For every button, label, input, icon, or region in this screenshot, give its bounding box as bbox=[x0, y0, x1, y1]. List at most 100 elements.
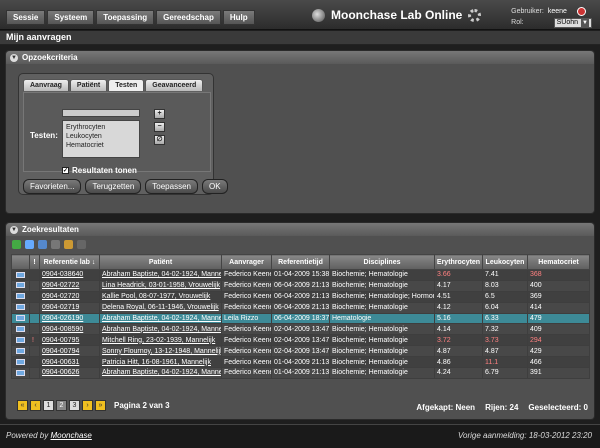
table-row[interactable]: 0904-008590 Abraham Baptiste, 04-02-1924,… bbox=[11, 323, 590, 336]
row-patient-link[interactable]: Abraham Baptiste, 04-02-1924, Mannelijk bbox=[99, 323, 222, 336]
tab-geavanceerd[interactable]: Geavanceerd bbox=[145, 79, 204, 91]
mail-icon[interactable] bbox=[16, 369, 25, 376]
row-ref-link[interactable]: 0904-02719 bbox=[39, 301, 100, 314]
row-ref-link[interactable]: 0904-026190 bbox=[39, 312, 100, 325]
row-time: 06-04-2009 21:13 bbox=[271, 290, 330, 303]
mail-icon[interactable] bbox=[16, 304, 25, 311]
col-header-disciplines[interactable]: Disciplines bbox=[329, 254, 435, 270]
page-label: Pagina 2 van 3 bbox=[114, 401, 170, 410]
page-2-button[interactable]: 2 bbox=[56, 400, 67, 411]
col-header-flag[interactable]: ! bbox=[29, 254, 40, 270]
table-row[interactable]: 0904-00794 Sonny Flournoy, 13-12-1948, Ma… bbox=[11, 345, 590, 358]
mail-icon[interactable] bbox=[16, 358, 25, 365]
reset-button[interactable]: Terugzetten bbox=[85, 179, 142, 194]
logout-icon[interactable] bbox=[576, 7, 586, 16]
row-patient-link[interactable]: Kallie Pool, 08-07-1977, Vrouwelijk bbox=[99, 290, 222, 303]
table-row[interactable]: 0904-02719 Delena Royal, 06-11-1946, Vrou… bbox=[11, 301, 590, 314]
table-row[interactable]: 0904-02722 Lina Headrick, 03-01-1958, Vro… bbox=[11, 279, 590, 292]
row-patient-link[interactable]: Mitchell Ring, 23-02-1939, Mannelijk bbox=[99, 334, 222, 347]
pager: « ‹ 1 2 3 › » Pagina 2 van 3 bbox=[17, 400, 170, 411]
attach-icon[interactable] bbox=[77, 240, 86, 249]
col-header-ref[interactable]: Referentie lab ↓ bbox=[39, 254, 100, 270]
remove-test-button[interactable]: − bbox=[154, 122, 165, 132]
row-patient-link[interactable]: Abraham Baptiste, 04-02-1924, Mannelijk bbox=[99, 269, 222, 281]
row-ref-link[interactable]: 0904-00794 bbox=[39, 345, 100, 358]
tab-patient[interactable]: Patiënt bbox=[69, 79, 108, 91]
prev-page-button[interactable]: ‹ bbox=[30, 400, 41, 411]
powered-link[interactable]: Moonchase bbox=[50, 431, 91, 440]
show-results-checkbox[interactable]: ✓ bbox=[62, 167, 69, 174]
mail-icon[interactable] bbox=[16, 315, 25, 322]
col-header-hematocriet[interactable]: Hematocriet bbox=[527, 254, 590, 270]
row-ref-link[interactable]: 0904-02722 bbox=[39, 279, 100, 292]
results-panel-header[interactable]: ▼ Zoekresultaten bbox=[6, 223, 594, 236]
tests-listbox[interactable]: Erythrocyten Leukocyten Hematocriet bbox=[62, 120, 140, 158]
row-patient-link[interactable]: Lina Headrick, 03-01-1958, Vrouwelijk bbox=[99, 279, 222, 292]
row-patient-link[interactable]: Abraham Baptiste, 04-02-1924, Mannelijk bbox=[99, 312, 222, 325]
menu-gereedschap[interactable]: Gereedschap bbox=[156, 10, 221, 25]
tab-aanvraag[interactable]: Aanvraag bbox=[23, 79, 69, 91]
export-icon[interactable] bbox=[25, 240, 34, 249]
row-ref-link[interactable]: 0904-038640 bbox=[39, 269, 100, 281]
mail-icon[interactable] bbox=[16, 271, 25, 278]
row-icon-cell bbox=[11, 269, 30, 281]
col-header-icon[interactable] bbox=[11, 254, 30, 270]
apply-button[interactable]: Toepassen bbox=[145, 179, 198, 194]
collapse-icon[interactable]: ▼ bbox=[10, 225, 18, 234]
col-header-requester[interactable]: Aanvrager bbox=[221, 254, 272, 270]
mail-icon[interactable] bbox=[16, 347, 25, 354]
col-header-erythrocyten[interactable]: Erythrocyten bbox=[434, 254, 483, 270]
row-ref-link[interactable]: 0904-00795 bbox=[39, 334, 100, 347]
menu-sessie[interactable]: Sessie bbox=[6, 10, 46, 25]
page-1-button[interactable]: 1 bbox=[43, 400, 54, 411]
table-row[interactable]: 0904-026190 Abraham Baptiste, 04-02-1924,… bbox=[11, 312, 590, 325]
row-patient-link[interactable]: Delena Royal, 06-11-1946, Vrouwelijk bbox=[99, 301, 222, 314]
table-row[interactable]: 0904-00626 Abraham Baptiste, 04-02-1924, … bbox=[11, 367, 590, 379]
table-row[interactable]: ! 0904-00795 Mitchell Ring, 23-02-1939, Ma… bbox=[11, 334, 590, 347]
row-requester: Federico Keene bbox=[221, 367, 272, 379]
table-row[interactable]: 0904-038640 Abraham Baptiste, 04-02-1924,… bbox=[11, 269, 590, 281]
add-test-button[interactable]: + bbox=[154, 109, 165, 119]
col-header-leukocyten[interactable]: Leukocyten bbox=[482, 254, 528, 270]
row-patient-link[interactable]: Patricia Hitt, 16-08-1961, Mannelijk bbox=[99, 356, 222, 369]
mail-icon[interactable] bbox=[16, 336, 25, 343]
page-3-button[interactable]: 3 bbox=[69, 400, 80, 411]
collapse-icon[interactable]: ▼ bbox=[10, 53, 18, 62]
list-item[interactable]: Hematocriet bbox=[66, 141, 136, 150]
clear-tests-button[interactable]: ∅ bbox=[154, 135, 165, 145]
row-icon-cell bbox=[11, 301, 30, 314]
list-item[interactable]: Leukocyten bbox=[66, 132, 136, 141]
row-flag bbox=[29, 312, 40, 325]
edit-icon[interactable] bbox=[64, 240, 73, 249]
row-ref-link[interactable]: 0904-008590 bbox=[39, 323, 100, 336]
row-ref-link[interactable]: 0904-00626 bbox=[39, 367, 100, 379]
menu-hulp[interactable]: Hulp bbox=[222, 10, 255, 25]
print-icon[interactable] bbox=[38, 240, 47, 249]
ok-button[interactable]: OK bbox=[201, 179, 228, 194]
row-patient-link[interactable]: Abraham Baptiste, 04-02-1924, Mannelijk bbox=[99, 367, 222, 379]
last-page-button[interactable]: » bbox=[95, 400, 106, 411]
table-row[interactable]: 0904-00631 Patricia Hitt, 16-08-1961, Man… bbox=[11, 356, 590, 369]
next-page-button[interactable]: › bbox=[82, 400, 93, 411]
mail-icon[interactable] bbox=[16, 282, 25, 289]
mail-icon[interactable] bbox=[16, 293, 25, 300]
mail-icon[interactable] bbox=[16, 326, 25, 333]
row-ref-link[interactable]: 0904-00631 bbox=[39, 356, 100, 369]
tab-testen[interactable]: Testen bbox=[108, 79, 145, 91]
criteria-panel-header[interactable]: ▼ Opzoekcriteria bbox=[6, 51, 594, 64]
row-erythrocyten: 4.24 bbox=[434, 367, 483, 379]
row-patient-link[interactable]: Sonny Flournoy, 13-12-1948, Mannelijk bbox=[99, 345, 222, 358]
test-filter-input[interactable] bbox=[62, 109, 140, 117]
col-header-time[interactable]: Referentietijd bbox=[271, 254, 330, 270]
menu-systeem[interactable]: Systeem bbox=[47, 10, 95, 25]
role-select[interactable]: SUohn ▼ bbox=[553, 17, 592, 28]
col-header-patient[interactable]: Patiënt bbox=[99, 254, 222, 270]
list-item[interactable]: Erythrocyten bbox=[66, 123, 136, 132]
refresh-icon[interactable] bbox=[12, 240, 21, 249]
delete-icon[interactable] bbox=[51, 240, 60, 249]
first-page-button[interactable]: « bbox=[17, 400, 28, 411]
menu-toepassing[interactable]: Toepassing bbox=[96, 10, 155, 25]
favorites-button[interactable]: Favorieten... bbox=[23, 179, 82, 194]
table-row[interactable]: 0904-02720 Kallie Pool, 08-07-1977, Vrouw… bbox=[11, 290, 590, 303]
row-ref-link[interactable]: 0904-02720 bbox=[39, 290, 100, 303]
